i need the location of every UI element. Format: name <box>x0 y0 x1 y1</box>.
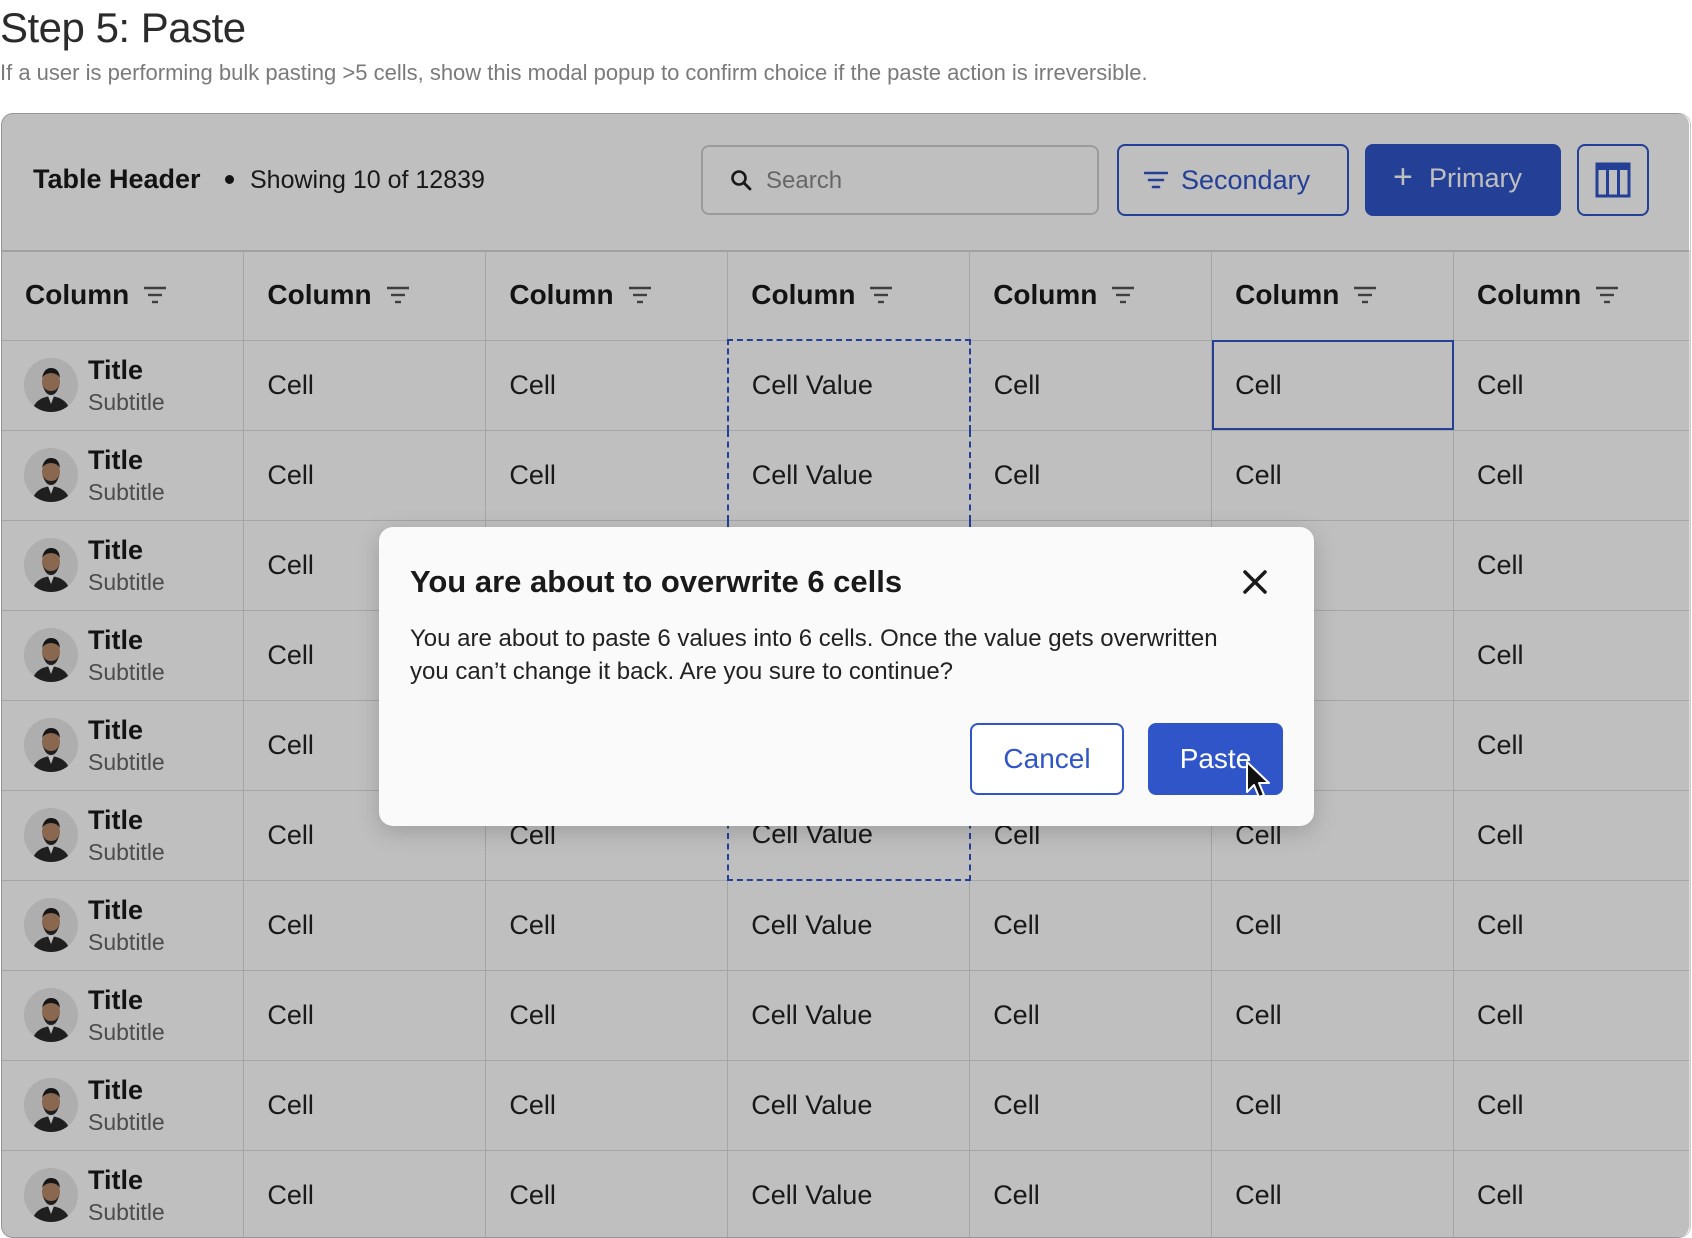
mouse-cursor-icon <box>1246 761 1270 798</box>
confirm-paste-modal: You are about to overwrite 6 cells You a… <box>379 527 1314 826</box>
modal-title: You are about to overwrite 6 cells <box>410 564 903 599</box>
close-icon[interactable] <box>1239 566 1271 598</box>
modal-message: You are about to paste 6 values into 6 c… <box>410 625 1218 685</box>
modal-overlay: You are about to overwrite 6 cells You a… <box>0 0 1692 1238</box>
cancel-button[interactable]: Cancel <box>970 723 1124 795</box>
